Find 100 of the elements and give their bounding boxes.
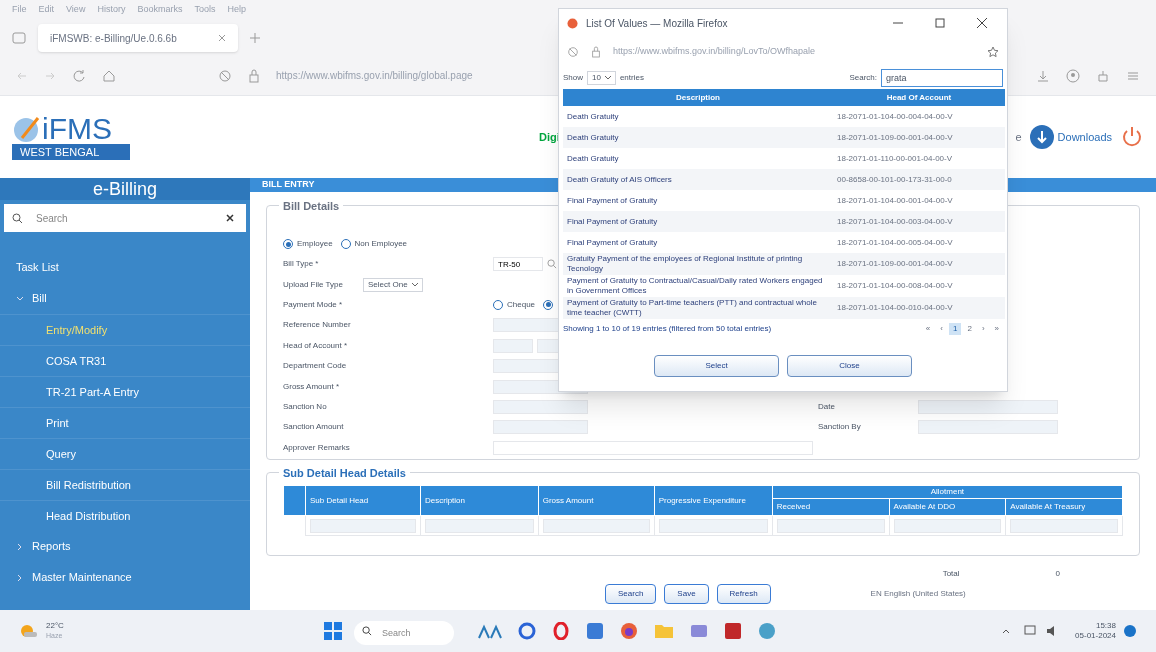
power-icon[interactable] (1120, 125, 1144, 149)
table-cell[interactable]: Payment of Gratuity to Part-time teachers (PTT) and contractual whole time teacher (CWTT) (563, 297, 833, 319)
menu-item[interactable]: TR-21 Part-A Entry (46, 383, 139, 401)
table-cell[interactable]: Final Payment of Gratuity (563, 211, 833, 232)
menu-item[interactable]: Query (46, 445, 76, 463)
table-cell[interactable]: Death Gratuity (563, 127, 833, 148)
reload-icon[interactable] (72, 68, 86, 83)
radio-button[interactable] (493, 299, 503, 310)
input-field[interactable] (893, 518, 1002, 533)
input-field[interactable] (310, 518, 416, 533)
input-field[interactable] (493, 420, 588, 435)
menu-item[interactable]: COSA TR31 (46, 352, 107, 370)
menu-item[interactable]: Bill (32, 290, 47, 307)
chevron-down-icon[interactable] (16, 294, 24, 303)
table-cell[interactable]: Death Gratuity of AIS Officers (563, 169, 833, 190)
app-icon[interactable] (757, 622, 776, 640)
table-cell[interactable]: 18-2071-01-109-00-001-04-00-V (833, 127, 1005, 148)
table-cell[interactable]: 18-2071-01-110-00-001-04-00-V (833, 148, 1005, 169)
taskbar-search[interactable]: Search (353, 621, 454, 645)
start-icon[interactable] (323, 622, 342, 640)
input-field[interactable] (658, 518, 768, 533)
input-field[interactable] (1010, 518, 1118, 533)
page-button[interactable]: 1 (948, 323, 962, 335)
menu-item[interactable]: Task List (16, 259, 59, 276)
page-button[interactable]: » (990, 323, 1003, 335)
search-icon[interactable] (547, 259, 557, 270)
menu-item[interactable]: Print (46, 414, 69, 432)
page-button[interactable]: ‹ (936, 323, 947, 335)
maximize-icon[interactable] (935, 18, 945, 28)
dialog-button[interactable]: Close (787, 355, 912, 377)
app-icon[interactable] (477, 623, 502, 639)
table-cell[interactable]: 18-2071-01-109-00-001-04-00-V (833, 253, 1005, 275)
input-field[interactable] (776, 518, 885, 533)
table-cell[interactable]: 18-2071-01-104-00-001-04-00-V (833, 190, 1005, 211)
action-button[interactable]: Search (605, 584, 657, 604)
table-cell[interactable]: Final Payment of Gratuity (563, 232, 833, 253)
dialog-button[interactable]: Select (654, 355, 779, 377)
folder-icon[interactable] (653, 623, 674, 639)
account-icon[interactable] (1066, 68, 1080, 83)
input-field[interactable] (918, 399, 1058, 414)
table-cell[interactable]: Payment of Gratuity to Contractual/Casual/Daily rated Workers engaged in Government Offices (563, 275, 833, 297)
menu-item[interactable]: Bill Redistribution (46, 476, 131, 494)
input-field[interactable] (425, 518, 534, 533)
caret-icon[interactable] (604, 76, 611, 80)
table-cell[interactable]: 18-2071-01-104-00-010-04-00-V (833, 297, 1005, 319)
search-field[interactable]: grata (881, 69, 1003, 87)
table-cell[interactable]: 18-2071-01-104-00-004-04-00-V (833, 106, 1005, 127)
column-header[interactable]: Head Of Account (833, 89, 1005, 106)
extensions-icon[interactable] (1096, 68, 1110, 83)
radio-button[interactable] (340, 239, 351, 249)
table-cell[interactable]: Death Gratuity (563, 148, 833, 169)
star-icon[interactable] (987, 46, 999, 58)
action-button[interactable]: Save (664, 584, 709, 604)
menu-item[interactable]: Entry/Modify (46, 321, 108, 339)
caret-icon[interactable] (411, 282, 418, 287)
page-button[interactable]: « (921, 323, 935, 335)
table-cell[interactable]: Final Payment of Gratuity (563, 190, 833, 211)
table-cell[interactable]: 18-2071-01-104-00-008-04-00-V (833, 275, 1005, 297)
header-text: e (1015, 129, 1022, 145)
downloads-button[interactable]: Downloads (1029, 125, 1112, 149)
field-label: Date (818, 400, 836, 413)
download-icon[interactable] (1036, 68, 1050, 83)
table-cell[interactable]: Gratuity Payment of the employees of Regional Institute of printing Tecnology (563, 253, 833, 275)
table-cell[interactable]: Death Gratuity (563, 106, 833, 127)
menu-item[interactable]: Head Distribution (46, 507, 131, 525)
clear-icon[interactable] (226, 214, 234, 222)
search-icon (12, 213, 23, 224)
home-icon[interactable] (102, 68, 116, 83)
table-cell[interactable]: 00-8658-00-101-00-173-31-00-0 (833, 169, 1005, 190)
page-size-select[interactable]: 10 (587, 71, 616, 85)
tab-list-icon[interactable] (12, 31, 26, 45)
page-button[interactable]: 2 (963, 323, 976, 335)
chevron-right-icon[interactable] (16, 573, 24, 582)
search-field[interactable]: Search (4, 204, 246, 232)
action-button[interactable]: Refresh (716, 584, 771, 604)
page-button[interactable]: › (977, 323, 989, 335)
radio-button[interactable] (283, 239, 293, 249)
input-field[interactable] (542, 518, 650, 533)
network-icon[interactable] (1023, 624, 1038, 638)
input-field[interactable] (493, 399, 588, 414)
table-cell[interactable]: 18-2071-01-104-00-005-04-00-V (833, 232, 1005, 253)
browser-tab[interactable]: iFMSWB: e-Billing/Ue.0.6.6b (38, 24, 238, 52)
input-field[interactable] (918, 420, 1058, 435)
app-icon[interactable] (723, 622, 742, 640)
input-field[interactable] (493, 440, 813, 455)
shield-icon[interactable] (218, 68, 232, 83)
app-icon[interactable] (689, 622, 708, 640)
menu-item[interactable]: Reports (32, 538, 71, 555)
notification-icon[interactable] (1124, 625, 1136, 637)
chevron-right-icon[interactable] (16, 542, 24, 551)
dropdown[interactable]: Select One (363, 277, 423, 292)
input-field[interactable] (493, 338, 533, 353)
radio-button[interactable] (543, 299, 554, 310)
new-tab-icon[interactable] (250, 33, 260, 43)
input-field[interactable]: TR-50 (493, 257, 543, 272)
table-cell[interactable]: 18-2071-01-104-00-003-04-00-V (833, 211, 1005, 232)
menu-item[interactable]: Master Maintenance (32, 569, 132, 586)
app-icon[interactable] (585, 622, 604, 640)
close-icon[interactable] (977, 18, 987, 28)
column-header[interactable]: Description (563, 89, 833, 106)
